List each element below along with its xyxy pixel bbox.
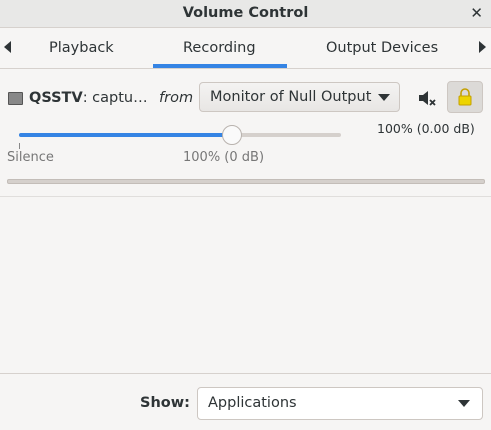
tab-output-devices[interactable]: Output Devices — [326, 40, 438, 56]
source-device-dropdown[interactable]: Monitor of Null Output — [199, 82, 400, 112]
window-title: Volume Control — [182, 5, 309, 21]
chevron-down-icon — [458, 400, 470, 407]
chevron-down-icon — [378, 94, 390, 101]
tab-recording[interactable]: Recording — [183, 40, 256, 56]
application-icon — [8, 92, 23, 105]
scroll-right-arrow-icon[interactable] — [479, 41, 486, 53]
footer-bar: Show: Applications — [0, 373, 491, 430]
silence-label: Silence — [7, 150, 54, 165]
from-label: from — [159, 90, 194, 106]
show-label: Show: — [140, 395, 190, 411]
silence-tick — [19, 143, 20, 149]
volume-slider-handle[interactable] — [221, 125, 242, 145]
title-bar: Volume Control ✕ — [0, 0, 491, 28]
scroll-left-arrow-icon[interactable] — [4, 41, 11, 53]
stream-name: QSSTV: captu… — [29, 90, 148, 106]
lock-icon — [458, 88, 472, 106]
app-description: : captu… — [82, 90, 148, 106]
active-tab-indicator — [153, 64, 287, 68]
source-device-label: Monitor of Null Output — [210, 89, 372, 105]
show-filter-dropdown[interactable]: Applications — [197, 387, 483, 420]
show-filter-value: Applications — [208, 395, 297, 411]
recording-stream-row: QSSTV: captu… from Monitor of Null Outpu… — [0, 69, 491, 197]
tab-playback[interactable]: Playback — [49, 40, 114, 56]
peak-level-meter — [7, 179, 485, 184]
tab-bar: Playback Recording Output Devices — [0, 28, 491, 69]
close-button[interactable]: ✕ — [470, 4, 483, 22]
volume-readout: 100% (0.00 dB) — [377, 121, 475, 136]
volume-slider-fill — [19, 133, 232, 137]
lock-channels-button[interactable] — [447, 81, 483, 113]
normal-volume-label: 100% (0 dB) — [183, 150, 265, 165]
speaker-muted-icon[interactable] — [417, 89, 437, 107]
app-name: QSSTV — [29, 90, 83, 106]
